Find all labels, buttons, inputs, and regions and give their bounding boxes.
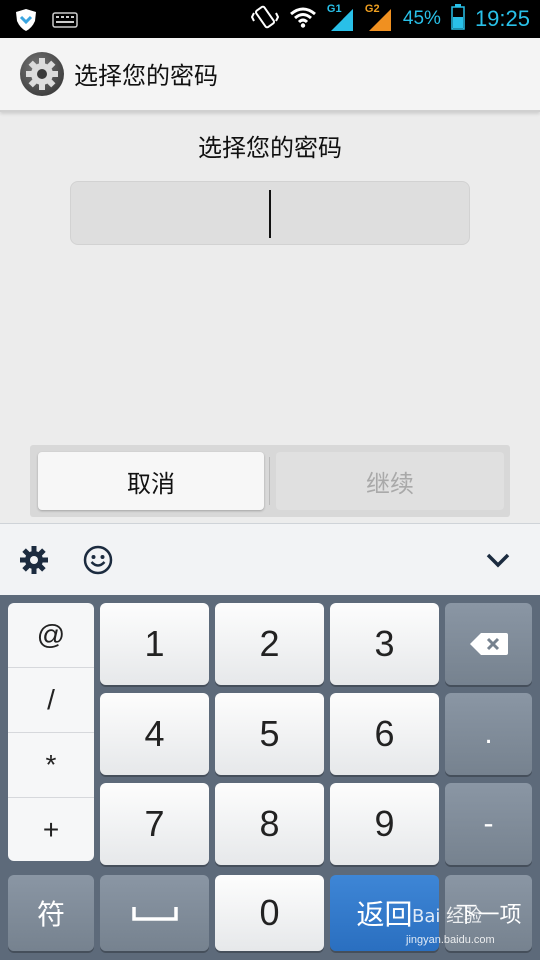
key-3[interactable]: 3 bbox=[330, 603, 439, 685]
button-bar: 取消 继续 bbox=[30, 445, 510, 517]
text-cursor bbox=[269, 190, 271, 238]
space-key[interactable] bbox=[100, 875, 209, 951]
keyboard-icon bbox=[52, 12, 78, 32]
keyboard-toolbar bbox=[0, 523, 540, 596]
symbol-panel: @ / * + bbox=[8, 603, 94, 861]
key-1[interactable]: 1 bbox=[100, 603, 209, 685]
key-plus[interactable]: + bbox=[8, 798, 94, 861]
gear-icon[interactable] bbox=[16, 542, 52, 578]
emoji-icon[interactable] bbox=[80, 542, 116, 578]
page-title: 选择您的密码 bbox=[74, 62, 218, 90]
battery-percent: 45% bbox=[402, 8, 441, 29]
key-at[interactable]: @ bbox=[8, 603, 94, 668]
password-prompt: 选择您的密码 bbox=[198, 134, 342, 162]
key-8[interactable]: 8 bbox=[215, 783, 324, 865]
shield-icon bbox=[14, 8, 38, 36]
battery-icon bbox=[451, 4, 465, 34]
key-slash[interactable]: / bbox=[8, 668, 94, 733]
key-4[interactable]: 4 bbox=[100, 693, 209, 775]
signal-icon-sim2: G2 bbox=[365, 3, 393, 33]
signal-icon-sim1: G1 bbox=[327, 3, 355, 33]
action-bar: 选择您的密码 bbox=[0, 38, 540, 112]
continue-button[interactable]: 继续 bbox=[276, 452, 504, 510]
wifi-icon bbox=[289, 6, 317, 32]
key-asterisk[interactable]: * bbox=[8, 733, 94, 798]
key-7[interactable]: 7 bbox=[100, 783, 209, 865]
key-9[interactable]: 9 bbox=[330, 783, 439, 865]
key-5[interactable]: 5 bbox=[215, 693, 324, 775]
watermark-url: jingyan.baidu.com bbox=[406, 934, 495, 946]
divider bbox=[269, 457, 270, 505]
clock: 19:25 bbox=[474, 6, 530, 31]
password-input[interactable] bbox=[70, 181, 470, 245]
key-6[interactable]: 6 bbox=[330, 693, 439, 775]
status-bar: G1 G2 45% 19:25 bbox=[0, 0, 540, 38]
symbols-key[interactable]: 符 bbox=[8, 875, 94, 951]
key-minus[interactable]: - bbox=[445, 783, 532, 865]
space-icon bbox=[131, 907, 178, 921]
vibrate-icon bbox=[250, 4, 280, 34]
watermark-brand: Bai 经验 bbox=[412, 906, 483, 927]
chevron-down-icon[interactable] bbox=[480, 542, 516, 578]
key-dot[interactable]: . bbox=[445, 693, 532, 775]
key-0[interactable]: 0 bbox=[215, 875, 324, 951]
backspace-button[interactable] bbox=[445, 603, 532, 685]
key-2[interactable]: 2 bbox=[215, 603, 324, 685]
cancel-button[interactable]: 取消 bbox=[38, 452, 264, 510]
backspace-icon bbox=[469, 633, 508, 655]
settings-gear-icon[interactable] bbox=[20, 52, 64, 96]
